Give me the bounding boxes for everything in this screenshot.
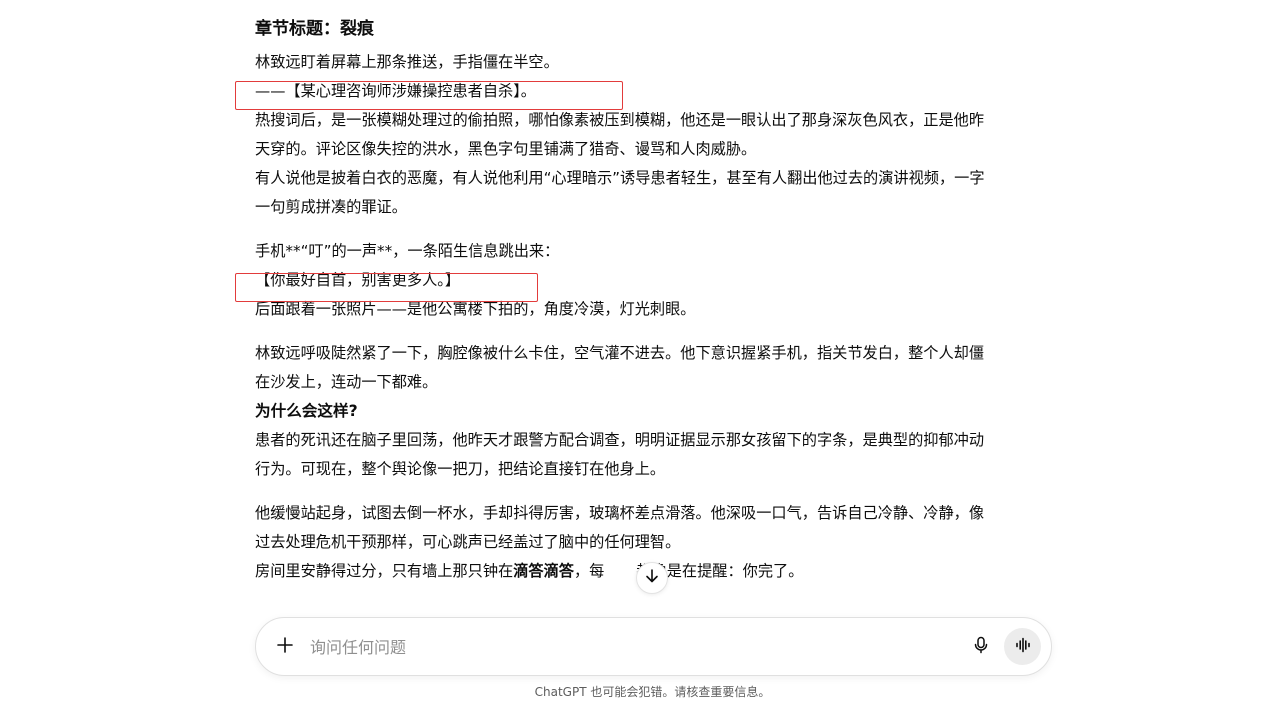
paragraph-line: 过去处理危机干预那样，可心跳声已经盖过了脑中的任何理智。 bbox=[255, 533, 681, 551]
paragraph-line: 手机**“叮”的一声**，一条陌生信息跳出来： bbox=[255, 242, 560, 260]
paragraph-line: 他缓慢站起身，试图去倒一杯水，手却抖得厉害，玻璃杯差点滑落。他深吸一口气，告诉自… bbox=[255, 504, 984, 522]
text-segment: 房间里安静得过分，只有墙上那只钟在 bbox=[255, 562, 514, 580]
add-attachment-button[interactable] bbox=[270, 632, 300, 662]
paragraph-line: 在沙发上，连动一下都难。 bbox=[255, 373, 438, 391]
highlight-box bbox=[235, 81, 623, 110]
paragraph-line: 热搜词后，是一张模糊处理过的偷拍照，哪怕像素被压到模糊，他还是一眼认出了那身深灰… bbox=[255, 111, 984, 129]
plus-icon bbox=[276, 636, 294, 658]
paragraph-line: 患者的死讯还在脑子里回荡，他昨天才跟警方配合调查，明明证据显示那女孩留下的字条，… bbox=[255, 431, 984, 449]
composer bbox=[255, 617, 1052, 676]
paragraph-line: 有人说他是披着白衣的恶魔，有人说他利用“心理暗示”诱导患者轻生，甚至有人翻出他过… bbox=[255, 169, 985, 187]
paragraph-line: 天穿的。评论区像失控的洪水，黑色字句里铺满了猎奇、谩骂和人肉威胁。 bbox=[255, 140, 757, 158]
paragraph-line: 林致远盯着屏幕上那条推送，手指僵在半空。 bbox=[255, 53, 559, 71]
voice-mode-button[interactable] bbox=[1004, 628, 1041, 665]
paragraph-line: 一句剪成拼凑的罪证。 bbox=[255, 198, 407, 216]
arrow-down-icon bbox=[644, 568, 660, 588]
text-segment: ，每 bbox=[573, 562, 605, 580]
chat-page: 章节标题：裂痕 林致远盯着屏幕上那条推送，手指僵在半空。 ——【某心理咨询师涉嫌… bbox=[0, 0, 1280, 705]
voice-mode-icon bbox=[1014, 636, 1032, 658]
scroll-to-bottom-button[interactable] bbox=[636, 562, 668, 594]
paragraph-line: 行为。可现在，整个舆论像一把刀，把结论直接钉在他身上。 bbox=[255, 460, 666, 478]
microphone-icon bbox=[972, 636, 990, 658]
paragraph-line: 林致远呼吸陡然紧了一下，胸腔像被什么卡住，空气灌不进去。他下意识握紧手机，指关节… bbox=[255, 344, 984, 362]
disclaimer-text: ChatGPT 也可能会犯错。请核查重要信息。 bbox=[534, 685, 771, 699]
chapter-title: 章节标题：裂痕 bbox=[255, 19, 374, 39]
bold-text: 滴答滴答 bbox=[513, 562, 574, 580]
prompt-input[interactable] bbox=[310, 634, 910, 660]
highlight-box bbox=[235, 273, 538, 302]
bold-question: 为什么会这样? bbox=[255, 402, 358, 420]
dictate-button[interactable] bbox=[966, 632, 996, 662]
